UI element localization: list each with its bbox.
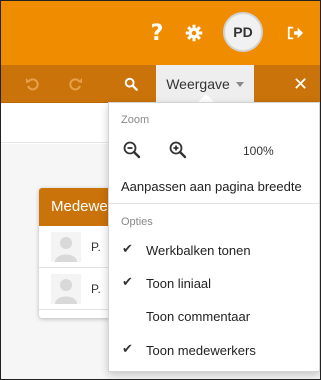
app-window: ? PD Weergave ✕ Medewerkers P. P. Zoom 1… [0, 0, 321, 380]
avatar[interactable]: PD [223, 12, 263, 52]
close-icon[interactable]: ✕ [293, 74, 308, 95]
option-label: Toon liniaal [146, 276, 212, 291]
check-icon: ✔ [122, 242, 133, 257]
option-show-ruler[interactable]: ✔ Toon liniaal [109, 271, 319, 297]
option-label: Toon commentaar [146, 309, 251, 324]
option-show-collaborators[interactable]: ✔ Toon medewerkers [109, 338, 319, 364]
zoom-out-icon[interactable] [121, 139, 143, 161]
view-tab-label: Weergave [166, 76, 230, 92]
collaborator-name: P. [91, 240, 101, 254]
zoom-level: 100% [243, 144, 274, 158]
top-bar: ? PD [1, 1, 320, 65]
view-dropdown-menu: Zoom 100% Aanpassen aan pagina breedte O… [108, 102, 320, 372]
search-icon[interactable] [121, 74, 141, 94]
help-icon[interactable]: ? [145, 21, 169, 46]
collaborator-name: P. [91, 282, 101, 296]
undo-icon[interactable] [23, 74, 43, 94]
avatar-placeholder-icon [51, 232, 81, 262]
avatar-placeholder-icon [51, 274, 81, 304]
option-label: Toon medewerkers [146, 343, 256, 358]
check-icon: ✔ [122, 342, 133, 357]
fit-page-width-item[interactable]: Aanpassen aan pagina breedte [121, 179, 302, 194]
zoom-section-label: Zoom [121, 114, 150, 126]
options-section-label: Opties [121, 216, 153, 228]
menu-divider [109, 203, 319, 204]
toolbar: Weergave ✕ [1, 65, 320, 103]
option-label: Werkbalken tonen [146, 243, 251, 258]
option-show-comments[interactable]: Toon commentaar [109, 304, 319, 330]
check-icon: ✔ [122, 275, 133, 290]
menu-pointer [198, 94, 214, 102]
logout-icon[interactable] [283, 21, 307, 45]
redo-icon[interactable] [65, 74, 85, 94]
chevron-down-icon [235, 81, 244, 87]
option-show-toolbars[interactable]: ✔ Werkbalken tonen [109, 238, 319, 264]
gear-icon[interactable] [182, 21, 206, 45]
zoom-in-icon[interactable] [167, 139, 189, 161]
